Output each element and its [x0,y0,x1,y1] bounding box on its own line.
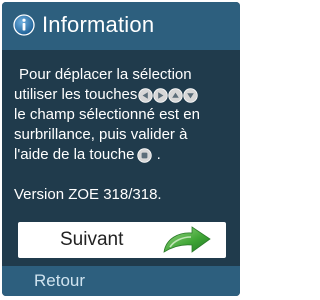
instruction-period: . [156,146,161,163]
information-dialog: Information Pour déplacer la sélection u… [2,2,240,296]
info-icon [13,14,35,36]
back-bar: Retour [2,266,240,296]
ok-key-icon [137,147,153,163]
version-text: Version ZOE 318/318. [14,186,162,203]
instruction-text: l'aide de la touche [14,146,135,163]
next-button-label: Suivant [60,229,124,250]
instruction-text: utiliser les touches [14,86,138,103]
dialog-header: Information [2,2,240,50]
instruction-line: surbrillance, puis valider à [14,126,188,143]
nav-keys-icon [138,87,199,103]
instruction-line: Pour déplacer la sélection [19,66,192,83]
next-arrow-icon [160,225,216,255]
instruction-line: utiliser les touches [14,85,234,105]
dialog-title: Information [42,12,155,37]
down-arrow-key-icon [183,87,199,103]
up-arrow-key-icon [168,87,184,103]
instruction-line: le champ sélectionné est en [14,106,200,123]
left-arrow-key-icon [138,87,154,103]
next-button[interactable]: Suivant [18,222,226,258]
screen: Information Pour déplacer la sélection u… [0,0,244,300]
instructions-text: Pour déplacer la sélection utiliser les … [14,65,234,165]
right-arrow-key-icon [153,87,169,103]
back-button[interactable]: Retour [34,271,85,291]
instruction-line: l'aide de la touche . [14,145,234,165]
